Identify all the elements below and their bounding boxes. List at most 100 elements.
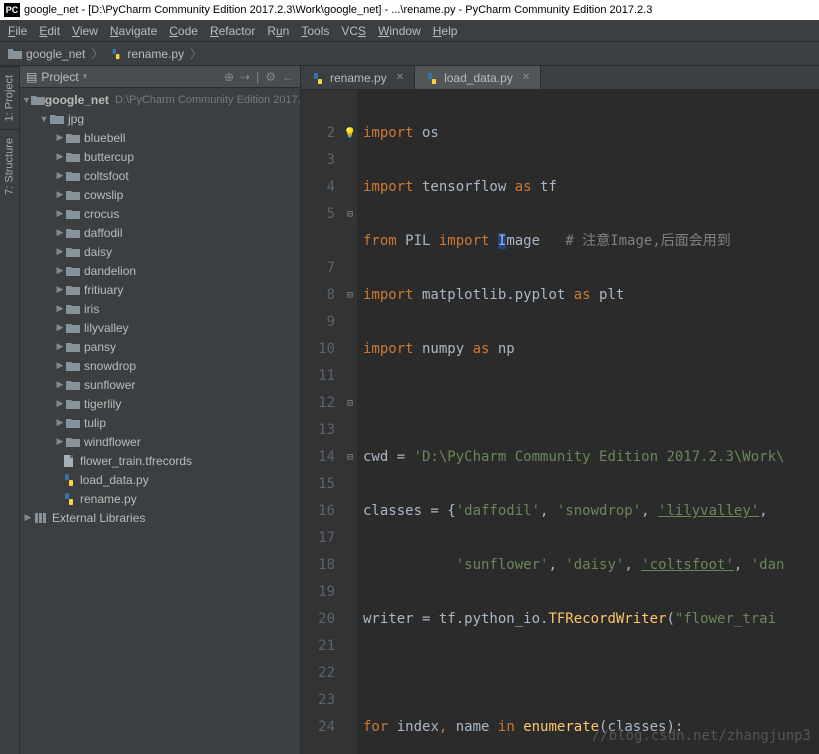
- tree-arrow-right-icon[interactable]: ▶: [54, 341, 66, 352]
- tree-folder[interactable]: ▶iris: [20, 299, 300, 318]
- tree-arrow-right-icon[interactable]: ▶: [54, 284, 66, 295]
- tree-label: lilyvalley: [84, 321, 129, 335]
- bulb-icon[interactable]: 💡: [343, 120, 357, 147]
- tree-arrow-right-icon[interactable]: ▶: [54, 227, 66, 238]
- folder-icon: [66, 170, 84, 182]
- tree-label: daffodil: [84, 226, 122, 240]
- tree-label: google_net: [45, 93, 109, 107]
- folder-icon: [66, 417, 84, 429]
- menu-file[interactable]: File: [8, 24, 27, 38]
- tab-loaddata[interactable]: load_data.py ✕: [415, 66, 541, 89]
- tree-folder[interactable]: ▶windflower: [20, 432, 300, 451]
- close-icon[interactable]: ✕: [396, 72, 404, 83]
- editor-area: rename.py ✕ load_data.py ✕ 2345 78910111…: [301, 66, 819, 754]
- tree-folder[interactable]: ▶pansy: [20, 337, 300, 356]
- code-content[interactable]: import os import tensorflow as tf from P…: [357, 90, 819, 754]
- tree-arrow-right-icon[interactable]: ▶: [22, 512, 34, 523]
- tree-folder[interactable]: ▶cowslip: [20, 185, 300, 204]
- breadcrumb-separator: 〉: [190, 45, 202, 62]
- tree-arrow-right-icon[interactable]: ▶: [54, 189, 66, 200]
- tree-arrow-down-icon[interactable]: ▼: [38, 114, 50, 124]
- tree-arrow-right-icon[interactable]: ▶: [54, 436, 66, 447]
- tree-folder[interactable]: ▶tulip: [20, 413, 300, 432]
- scroll-to-icon[interactable]: ⇢: [240, 70, 250, 84]
- tree-label: sunflower: [84, 378, 135, 392]
- folder-icon: [66, 265, 84, 277]
- tree-file-loaddata[interactable]: load_data.py: [20, 470, 300, 489]
- folder-icon: [66, 227, 84, 239]
- tree-folder[interactable]: ▶dandelion: [20, 261, 300, 280]
- tree-external-libs[interactable]: ▶ External Libraries: [20, 508, 300, 527]
- fold-column[interactable]: 💡 ⊟ ⊟ ⊟ ⊟: [343, 90, 357, 754]
- folder-icon: [66, 360, 84, 372]
- tree-arrow-down-icon[interactable]: ▼: [22, 95, 31, 105]
- menu-refactor[interactable]: Refactor: [210, 24, 255, 38]
- tree-arrow-right-icon[interactable]: ▶: [54, 170, 66, 181]
- tree-folder[interactable]: ▶crocus: [20, 204, 300, 223]
- tool-window-bar: 1: Project 7: Structure: [0, 66, 20, 754]
- library-icon: [34, 512, 52, 524]
- menu-navigate[interactable]: Navigate: [110, 24, 157, 38]
- breadcrumb-separator: 〉: [91, 45, 103, 62]
- line-gutter[interactable]: 2345 789101112131415161718192021222324: [301, 90, 343, 754]
- tree-root[interactable]: ▼ google_net D:\PyCharm Community Editio…: [20, 90, 300, 109]
- tool-tab-project[interactable]: 1: Project: [0, 66, 19, 129]
- fold-icon[interactable]: ⊟: [343, 444, 357, 471]
- python-file-icon: [425, 72, 439, 84]
- project-panel-title[interactable]: Project: [41, 70, 78, 84]
- menu-window[interactable]: Window: [378, 24, 421, 38]
- tree-label: jpg: [68, 112, 84, 126]
- chevron-down-icon[interactable]: ▾: [83, 71, 88, 82]
- divider-icon: |: [256, 70, 259, 84]
- tree-folder[interactable]: ▶fritiuary: [20, 280, 300, 299]
- tree-folder[interactable]: ▶ sunflower: [20, 375, 300, 394]
- gear-icon[interactable]: ⚙: [265, 70, 276, 84]
- tree-arrow-right-icon[interactable]: ▶: [54, 398, 66, 409]
- menu-run[interactable]: Run: [267, 24, 289, 38]
- tree-folder[interactable]: ▶snowdrop: [20, 356, 300, 375]
- fold-icon[interactable]: ⊟: [343, 201, 357, 228]
- menu-bar: File Edit View Navigate Code Refactor Ru…: [0, 20, 819, 42]
- tree-file-rename[interactable]: rename.py: [20, 489, 300, 508]
- tree-arrow-right-icon[interactable]: ▶: [54, 132, 66, 143]
- tab-label: rename.py: [330, 71, 387, 85]
- tree-folder[interactable]: ▶buttercup: [20, 147, 300, 166]
- breadcrumb-file[interactable]: rename.py: [127, 47, 184, 61]
- tree-folder[interactable]: ▶ tigerlily: [20, 394, 300, 413]
- project-panel: ▤ Project ▾ ⊕ ⇢ | ⚙ ← ▼ google_net D:\Py…: [20, 66, 301, 754]
- hide-icon[interactable]: ←: [282, 70, 294, 84]
- menu-tools[interactable]: Tools: [301, 24, 329, 38]
- tree-arrow-right-icon[interactable]: ▶: [54, 208, 66, 219]
- tree-arrow-right-icon[interactable]: ▶: [54, 246, 66, 257]
- fold-icon[interactable]: ⊟: [343, 282, 357, 309]
- tree-label: tigerlily: [84, 397, 121, 411]
- tree-arrow-right-icon[interactable]: ▶: [54, 322, 66, 333]
- tree-folder-jpg[interactable]: ▼ jpg: [20, 109, 300, 128]
- tree-arrow-right-icon[interactable]: ▶: [54, 360, 66, 371]
- menu-code[interactable]: Code: [169, 24, 198, 38]
- tab-rename[interactable]: rename.py ✕: [301, 66, 415, 89]
- tree-folder[interactable]: ▶daisy: [20, 242, 300, 261]
- menu-vcs[interactable]: VCS: [341, 24, 366, 38]
- menu-view[interactable]: View: [72, 24, 98, 38]
- menu-help[interactable]: Help: [433, 24, 458, 38]
- tree-folder[interactable]: ▶ daffodil: [20, 223, 300, 242]
- tree-folder[interactable]: ▶coltsfoot: [20, 166, 300, 185]
- tree-arrow-right-icon[interactable]: ▶: [54, 417, 66, 428]
- tree-arrow-right-icon[interactable]: ▶: [54, 151, 66, 162]
- menu-edit[interactable]: Edit: [39, 24, 60, 38]
- code-editor[interactable]: 2345 789101112131415161718192021222324 💡…: [301, 90, 819, 754]
- tree-label: External Libraries: [52, 511, 145, 525]
- project-tree[interactable]: ▼ google_net D:\PyCharm Community Editio…: [20, 88, 300, 754]
- tree-folder[interactable]: ▶bluebell: [20, 128, 300, 147]
- fold-icon[interactable]: ⊟: [343, 390, 357, 417]
- tree-folder[interactable]: ▶ lilyvalley: [20, 318, 300, 337]
- tool-tab-structure[interactable]: 7: Structure: [0, 129, 19, 203]
- tree-arrow-right-icon[interactable]: ▶: [54, 379, 66, 390]
- collapse-all-icon[interactable]: ⊕: [224, 70, 234, 84]
- close-icon[interactable]: ✕: [522, 72, 530, 83]
- tree-arrow-right-icon[interactable]: ▶: [54, 303, 66, 314]
- breadcrumb-project[interactable]: google_net: [26, 47, 85, 61]
- tree-file-tfrecords[interactable]: flower_train.tfrecords: [20, 451, 300, 470]
- tree-arrow-right-icon[interactable]: ▶: [54, 265, 66, 276]
